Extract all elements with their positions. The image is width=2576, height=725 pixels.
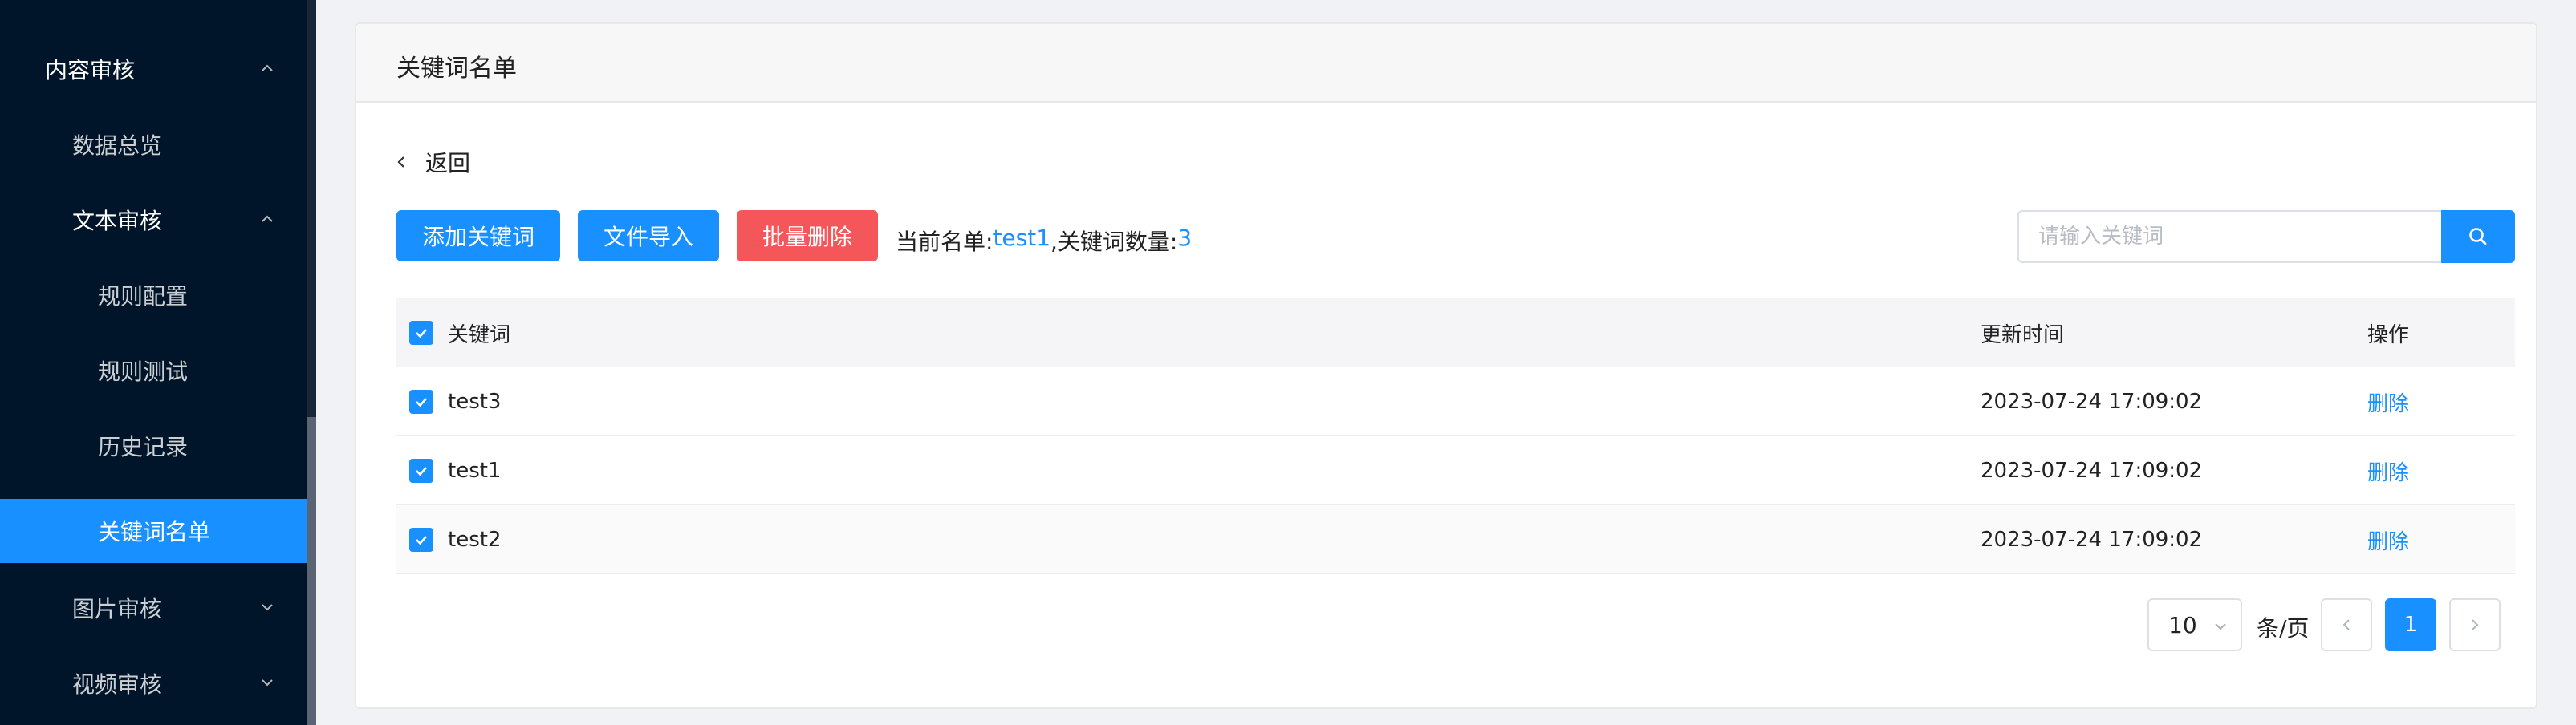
column-header-updated: 更新时间	[1981, 322, 2065, 347]
page-number-current[interactable]: 1	[2385, 598, 2436, 651]
back-label: 返回	[425, 150, 471, 176]
page-size-select[interactable]: 10	[2147, 598, 2242, 651]
check-icon	[416, 329, 427, 338]
next-page-button[interactable]	[2449, 598, 2501, 651]
sidebar-item-label: 规则配置	[98, 283, 189, 310]
keyword-cell: test1	[448, 459, 502, 483]
table-row: test1 2023-07-24 17:09:02 删除	[396, 436, 2515, 505]
sidebar-item-label: 内容审核	[45, 57, 136, 83]
sidebar-item-content-moderation[interactable]: 内容审核	[0, 37, 307, 101]
row-checkbox[interactable]	[409, 367, 433, 436]
updated-time-cell: 2023-07-24 17:09:02	[1981, 459, 2203, 483]
chevron-up-icon	[260, 61, 274, 75]
checkbox-checked	[409, 321, 433, 345]
sidebar-scrollbar-thumb[interactable]	[307, 417, 316, 725]
per-page-label: 条/页	[2257, 615, 2310, 642]
table-row: test2 2023-07-24 17:09:02 删除	[396, 505, 2515, 574]
updated-time-cell: 2023-07-24 17:09:02	[1981, 528, 2203, 552]
column-header-action: 操作	[2367, 322, 2410, 347]
chevron-right-icon	[2472, 619, 2479, 630]
row-checkbox[interactable]	[409, 436, 433, 505]
page-size-value: 10	[2168, 611, 2197, 638]
search-input[interactable]	[2019, 212, 2441, 261]
search-button[interactable]	[2441, 210, 2515, 263]
check-icon	[416, 398, 427, 407]
sidebar-item-keyword-list[interactable]: 关键词名单	[0, 499, 307, 563]
sidebar-item-label: 数据总览	[72, 132, 163, 159]
delete-link[interactable]: 删除	[2367, 367, 2409, 436]
back-link[interactable]: 返回	[393, 146, 470, 178]
chevron-down-icon	[2215, 623, 2226, 630]
delete-link[interactable]: 删除	[2367, 436, 2409, 505]
sidebar-item-image-moderation[interactable]: 图片审核	[0, 576, 307, 640]
keyword-cell: test3	[448, 390, 502, 414]
chevron-down-icon	[260, 600, 274, 614]
sidebar-item-label: 视频审核	[72, 671, 163, 698]
current-list-value: test1	[993, 225, 1051, 251]
sidebar-item-label: 图片审核	[72, 596, 163, 622]
updated-time-cell: 2023-07-24 17:09:02	[1981, 390, 2203, 414]
prev-page-button[interactable]	[2321, 598, 2372, 651]
checkbox-checked	[409, 459, 433, 483]
sidebar-item-video-moderation[interactable]: 视频审核	[0, 651, 307, 715]
card-header: 关键词名单	[356, 24, 2536, 103]
sidebar-item-rule-config[interactable]: 规则配置	[0, 263, 307, 327]
sidebar-item-text-moderation[interactable]: 文本审核	[0, 188, 307, 252]
sidebar: 内容审核 数据总览 文本审核 规则配置 规则测试 历史记录 关键词名单 图片审核…	[0, 0, 316, 725]
keyword-cell: test2	[448, 528, 502, 552]
keyword-table: 关键词 更新时间 操作 test3 2023-07-24 17:09:02 删除…	[396, 298, 2515, 574]
table-header-row: 关键词 更新时间 操作	[396, 298, 2515, 367]
page-title: 关键词名单	[396, 55, 517, 83]
search-icon	[2469, 228, 2487, 245]
checkbox-checked	[409, 528, 433, 552]
file-import-button[interactable]: 文件导入	[578, 210, 719, 261]
add-keyword-button[interactable]: 添加关键词	[396, 210, 560, 261]
batch-delete-button[interactable]: 批量删除	[737, 210, 878, 261]
chevron-left-icon	[2342, 619, 2350, 630]
sidebar-item-label: 关键词名单	[98, 519, 211, 545]
chevron-down-icon	[260, 675, 274, 690]
sidebar-item-label: 文本审核	[72, 208, 163, 234]
sidebar-item-history[interactable]: 历史记录	[0, 414, 307, 478]
sidebar-item-label: 历史记录	[98, 434, 189, 460]
keyword-count-label: ,关键词数量:	[1050, 229, 1178, 255]
sidebar-item-rule-test[interactable]: 规则测试	[0, 338, 307, 403]
table-row: test3 2023-07-24 17:09:02 删除	[396, 367, 2515, 436]
check-icon	[416, 536, 427, 545]
delete-link[interactable]: 删除	[2367, 505, 2409, 574]
row-checkbox[interactable]	[409, 505, 433, 574]
sidebar-item-data-overview[interactable]: 数据总览	[0, 112, 307, 176]
current-page-number: 1	[2403, 613, 2418, 637]
select-all-checkbox[interactable]	[409, 298, 433, 367]
list-info: 当前名单: test1 ,关键词数量: 3	[896, 225, 1192, 257]
checkbox-checked	[409, 390, 433, 414]
keyword-count-value: 3	[1177, 225, 1193, 251]
keyword-list-card: 关键词名单 返回 添加关键词 文件导入 批量删除 当前名单: test1 ,关键…	[355, 22, 2537, 709]
sidebar-cut-off-item	[45, 0, 141, 5]
check-icon	[416, 467, 427, 476]
search-box	[2017, 210, 2443, 263]
current-list-label: 当前名单:	[896, 229, 993, 255]
column-header-keyword: 关键词	[448, 322, 511, 347]
chevron-up-icon	[260, 212, 274, 226]
sidebar-item-label: 规则测试	[98, 358, 189, 385]
chevron-left-icon	[397, 156, 404, 168]
